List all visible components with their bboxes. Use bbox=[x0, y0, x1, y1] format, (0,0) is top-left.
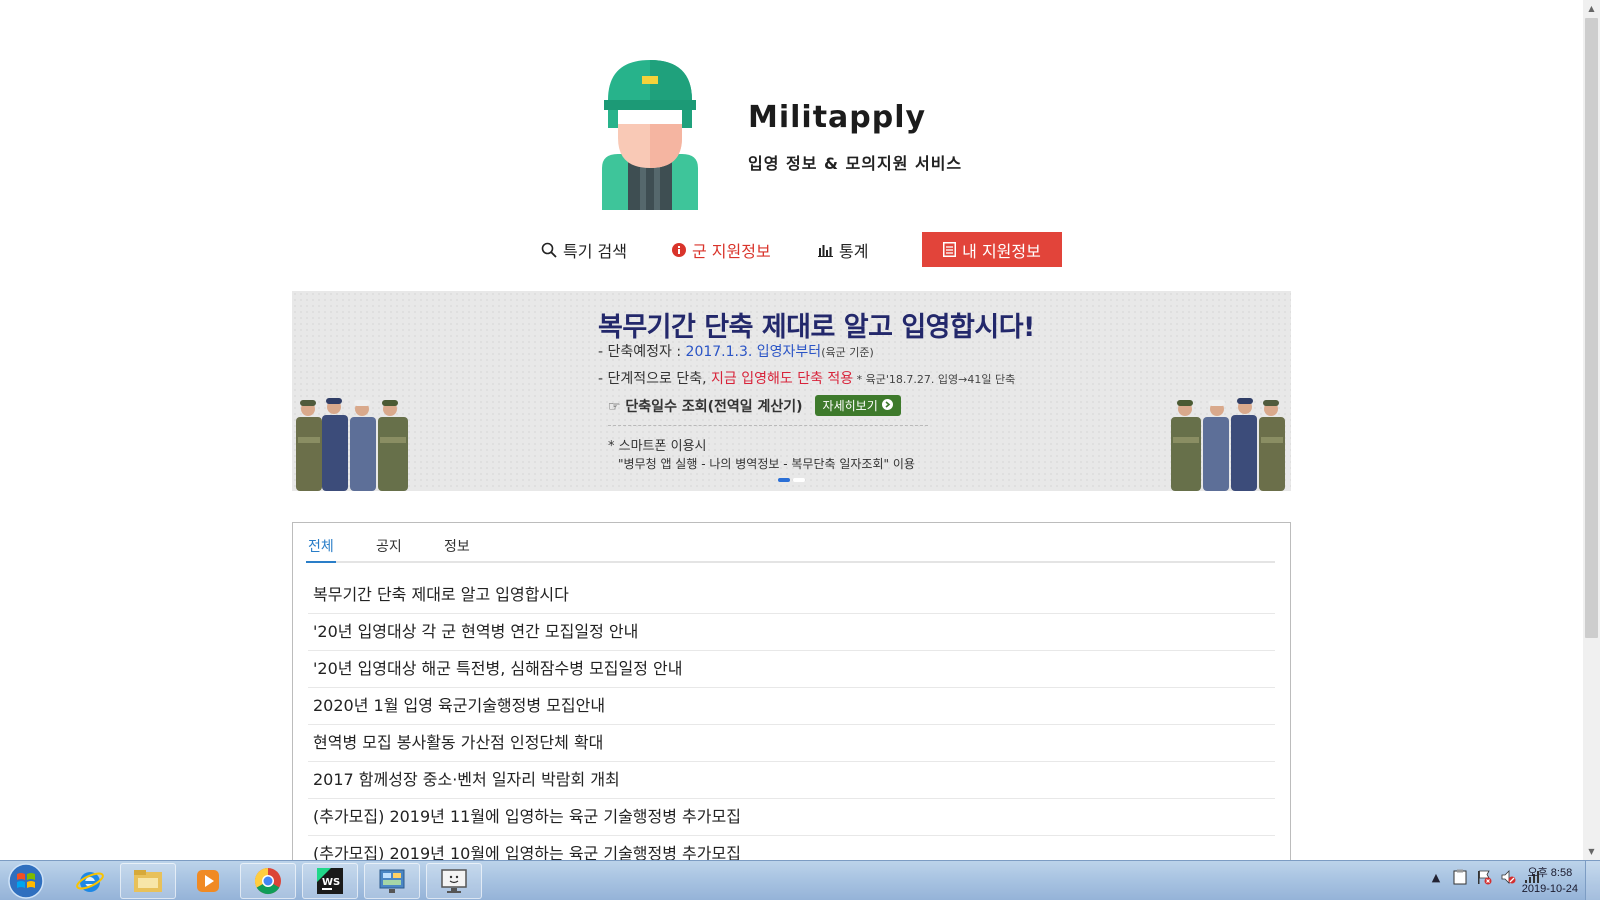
list-item[interactable]: 현역병 모집 봉사활동 가산점 인정단체 확대 bbox=[308, 725, 1275, 762]
my-application-button[interactable]: 내 지원정보 bbox=[922, 232, 1062, 267]
control-panel-icon[interactable] bbox=[364, 863, 420, 899]
nav-info-label: 군 지원정보 bbox=[692, 242, 771, 261]
nav-search-label: 특기 검색 bbox=[563, 242, 627, 261]
chevron-right-icon bbox=[881, 398, 893, 413]
banner-line-stepwise: - 단계적으로 단축, 지금 입영해도 단축 적용 * 육군'18.7.27. … bbox=[598, 368, 1015, 388]
brand-subtitle: 입영 정보 & 모의지원 서비스 bbox=[748, 154, 963, 173]
carousel-dot[interactable] bbox=[793, 478, 805, 482]
nav-statistics[interactable]: 통계 bbox=[818, 238, 868, 262]
list-item[interactable]: 2017 함께성장 중소·벤처 일자리 박람회 개최 bbox=[308, 762, 1275, 799]
banner-line1-suffix: (육군 기준) bbox=[821, 346, 874, 359]
webstorm-icon[interactable]: WS bbox=[302, 863, 358, 899]
info-icon bbox=[672, 243, 686, 257]
file-explorer-icon[interactable] bbox=[120, 863, 176, 899]
nav-stats-label: 통계 bbox=[839, 242, 869, 261]
list-item[interactable]: '20년 입영대상 해군 특전병, 심해잠수병 모집일정 안내 bbox=[308, 651, 1275, 688]
action-center-flag-icon[interactable] bbox=[1476, 869, 1492, 885]
banner-line2-note: * 육군'18.7.27. 입영→41일 단축 bbox=[853, 373, 1016, 386]
remote-desktop-icon[interactable] bbox=[426, 863, 482, 899]
banner-divider bbox=[608, 425, 928, 426]
banner-line1-highlight: 2017.1.3. 입영자부터 bbox=[685, 344, 822, 360]
carousel-indicators bbox=[778, 478, 805, 482]
scroll-up-arrow-icon[interactable]: ▲ bbox=[1583, 0, 1600, 17]
banner-line-app-path: "병무청 앱 실행 - 나의 병역정보 - 복무단축 일자조회" 이용 bbox=[618, 457, 915, 471]
detail-button[interactable]: 자세히보기 bbox=[814, 395, 901, 416]
document-icon bbox=[943, 242, 957, 257]
bar-chart-icon bbox=[818, 244, 833, 257]
show-hidden-icons-icon[interactable]: ▲ bbox=[1428, 869, 1444, 885]
chrome-icon[interactable] bbox=[240, 863, 296, 899]
show-desktop-button[interactable] bbox=[1585, 861, 1600, 900]
banner-headline: 복무기간 단축 제대로 알고 입영합시다! bbox=[598, 312, 1035, 343]
nav-search[interactable]: 특기 검색 bbox=[541, 238, 627, 262]
list-item[interactable]: 2020년 1월 입영 육군기술행정병 모집안내 bbox=[308, 688, 1275, 725]
tab-all[interactable]: 전체 bbox=[306, 536, 336, 563]
clock-time: 오후 8:58 bbox=[1527, 867, 1573, 879]
banner-line1-prefix: - 단축예정자 : bbox=[598, 344, 686, 360]
system-clock[interactable]: 오후 8:58 2019-10-24 bbox=[1522, 865, 1578, 897]
news-panel: 전체 공지 정보 복무기간 단축 제대로 알고 입영합시다 '20년 입영대상 … bbox=[292, 522, 1291, 862]
soldier-logo[interactable] bbox=[598, 58, 702, 210]
list-item[interactable]: 복무기간 단축 제대로 알고 입영합시다 bbox=[308, 577, 1275, 614]
internet-explorer-icon[interactable] bbox=[62, 863, 118, 899]
banner-line-smartphone: * 스마트폰 이용시 bbox=[608, 439, 707, 454]
scrollbar-thumb[interactable] bbox=[1585, 18, 1598, 638]
list-item[interactable]: (추가모집) 2019년 10월에 입영하는 육군 기술행정병 추가모집 bbox=[308, 836, 1275, 862]
volume-muted-icon[interactable] bbox=[1500, 869, 1516, 885]
soldiers-illustration-right bbox=[1171, 398, 1285, 491]
carousel-dot[interactable] bbox=[778, 478, 790, 482]
banner-line3-text: ☞ 단축일수 조회(전역일 계산기) bbox=[608, 398, 803, 415]
page-scrollbar[interactable]: ▲ ▼ bbox=[1583, 0, 1600, 860]
my-application-label: 내 지원정보 bbox=[962, 241, 1041, 261]
media-player-icon[interactable] bbox=[180, 863, 236, 899]
soldiers-illustration-left bbox=[296, 398, 408, 491]
detail-button-label: 자세히보기 bbox=[822, 399, 878, 413]
banner-line2-highlight: 지금 입영해도 단축 적용 bbox=[711, 371, 854, 387]
banner-line-schedule: - 단축예정자 : 2017.1.3. 입영자부터(육군 기준) bbox=[598, 341, 874, 361]
banner-line2-prefix: - 단계적으로 단축, bbox=[598, 371, 712, 387]
tab-notice[interactable]: 공지 bbox=[376, 536, 402, 556]
news-list: 복무기간 단축 제대로 알고 입영합시다 '20년 입영대상 각 군 현역병 연… bbox=[308, 577, 1275, 862]
news-tabs: 전체 공지 정보 bbox=[306, 523, 1275, 563]
list-item[interactable]: (추가모집) 2019년 11월에 입영하는 육군 기술행정병 추가모집 bbox=[308, 799, 1275, 836]
clock-date: 2019-10-24 bbox=[1521, 883, 1578, 895]
banner-line-calculator: ☞ 단축일수 조회(전역일 계산기) 자세히보기 bbox=[608, 395, 901, 416]
clipboard-icon[interactable] bbox=[1452, 869, 1468, 885]
nav-military-info[interactable]: 군 지원정보 bbox=[672, 238, 771, 262]
svg-text:WS: WS bbox=[322, 877, 340, 888]
brand-title: Militapply bbox=[748, 100, 927, 135]
search-icon bbox=[541, 242, 557, 258]
hero-banner[interactable]: 복무기간 단축 제대로 알고 입영합시다! - 단축예정자 : 2017.1.3… bbox=[292, 291, 1291, 491]
scroll-down-arrow-icon[interactable]: ▼ bbox=[1583, 843, 1600, 860]
start-button[interactable] bbox=[4, 862, 48, 900]
tab-info[interactable]: 정보 bbox=[444, 536, 470, 556]
list-item[interactable]: '20년 입영대상 각 군 현역병 연간 모집일정 안내 bbox=[308, 614, 1275, 651]
windows-taskbar: WS ▲ 오후 8:58 2019-10-24 bbox=[0, 860, 1600, 900]
